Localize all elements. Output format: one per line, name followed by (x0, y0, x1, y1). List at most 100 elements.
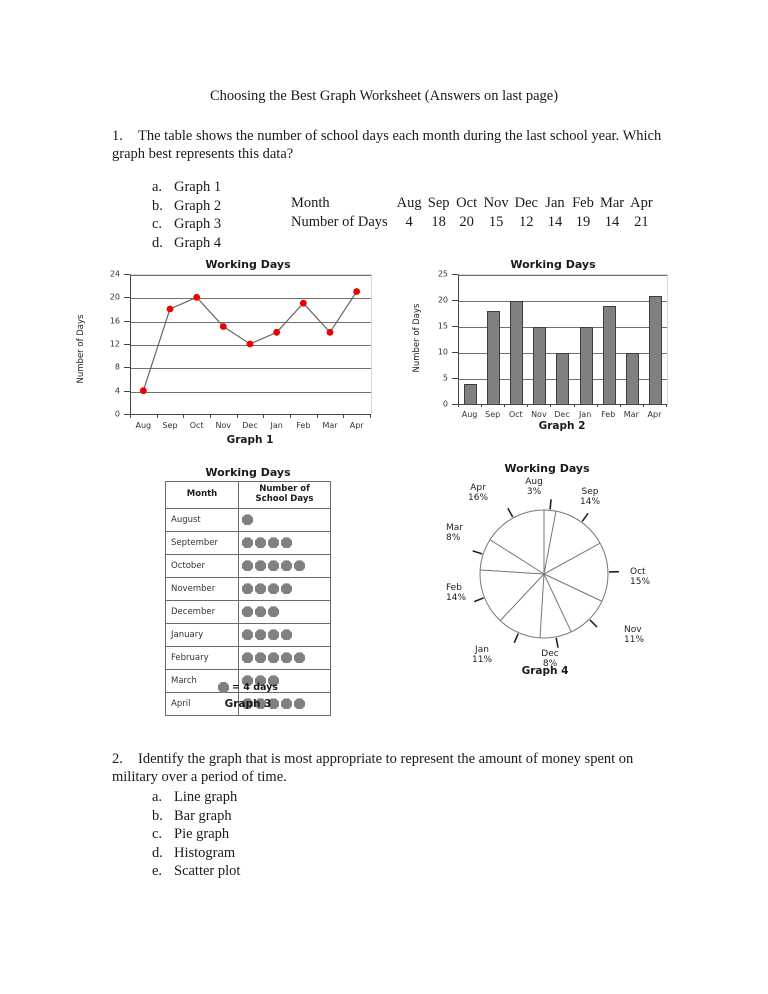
graph-2-bars (459, 275, 667, 405)
question-1: 1. The table shows the number of school … (112, 127, 672, 163)
row-header-number-of-days: Number of Days (291, 214, 388, 230)
choice-1b[interactable]: b. Graph 2 (152, 197, 221, 216)
table-row: October (165, 553, 331, 578)
day-icon (242, 629, 253, 641)
graph-1-y-tick-20: 20 (109, 292, 120, 302)
graph-2-y-tick-5: 5 (442, 373, 448, 383)
question-1-number: 1. (112, 128, 123, 144)
graph-1-y-axis-label: Number of Days (76, 314, 86, 384)
graph-2-x-tick-sep: Sep (485, 410, 501, 419)
graph-3-title: Working Days (205, 466, 291, 479)
graph-2-x-tick-mar: Mar (623, 410, 639, 419)
graph-1-caption: Graph 1 (226, 434, 274, 446)
page-title: Choosing the Best Graph Worksheet (Answe… (209, 88, 559, 104)
day-icon (255, 560, 266, 572)
graph-4-label-jan: Jan 11% (472, 645, 492, 666)
graph-1-x-tick-jan: Jan (270, 421, 283, 430)
graph-1-y-tick-mark (124, 297, 130, 299)
day-icon (255, 583, 266, 595)
graph-2-y-axis-label: Number of Days (412, 303, 422, 373)
graph-4-label-percent: 3% (526, 486, 542, 497)
choice-1d[interactable]: d. Graph 4 (152, 234, 221, 253)
graph-1-point-mar (326, 328, 334, 336)
choice-2b[interactable]: b. Bar graph (152, 807, 240, 826)
graph-1-y-tick-mark (124, 320, 130, 322)
graph-1-x-tick-apr: Apr (349, 421, 364, 430)
graph-2-x-tick-mark (666, 404, 667, 407)
graph-3-month-december: December (165, 599, 239, 624)
graph-2-y-tick-mark (452, 274, 458, 275)
graph-1-point-aug (139, 387, 147, 395)
graph-2-x-axis (458, 404, 666, 405)
question-2: 2. Identify the graph that is most appro… (112, 750, 672, 786)
question-1-text: The table shows the number of school day… (112, 128, 662, 163)
day-icon (255, 606, 266, 618)
graph-1-x-tick-mark (183, 414, 185, 418)
choice-1c-mark: c. (152, 216, 163, 233)
graph-1-x-tick-mark (370, 414, 371, 418)
month-cell-1: Sep (427, 195, 450, 211)
choice-2d-label: Histogram (174, 844, 236, 861)
graph-4-leader-line (581, 512, 589, 522)
choice-2c[interactable]: c. Pie graph (152, 825, 240, 844)
choice-1a[interactable]: a. Graph 1 (152, 178, 221, 197)
graph-4-label-mar: Mar 8% (446, 523, 463, 544)
graph-2-y-tick-20: 20 (437, 295, 448, 305)
graph-3-key: = 4 days (163, 682, 333, 693)
graph-1-point-jan (273, 328, 281, 336)
day-icon (294, 652, 305, 664)
graph-2-x-tick-mark (527, 404, 529, 407)
month-cell-8: Apr (630, 195, 653, 211)
graph-3-column-school-days: Number of School Days (238, 481, 331, 509)
graph-2-bar-jan (579, 327, 593, 405)
graph-1-x-tick-labels: Aug Sep Oct Nov Dec Jan Feb Mar Apr (130, 421, 370, 435)
graph-2-x-tick-mark (619, 404, 621, 407)
graph-2-bar-sep (487, 311, 501, 405)
choice-1d-mark: d. (152, 234, 163, 251)
graph-2-x-tick-dec: Dec (554, 410, 570, 419)
graph-4-leader-line (589, 619, 598, 628)
graph-2-y-tick-15: 15 (437, 321, 448, 331)
graph-1-title: Working Days (205, 258, 291, 271)
graph-2-y-tick-mark (452, 378, 458, 379)
graph-1-x-axis (130, 414, 370, 415)
graph-1-point-oct (193, 293, 201, 301)
question-2-choices: a. Line graph b. Bar graph c. Pie graph d. H… (152, 788, 240, 881)
graph-2-x-tick-mark (481, 404, 483, 407)
choice-1c[interactable]: c. Graph 3 (152, 215, 221, 234)
table-row-months: Month Aug Sep Oct Nov Dec Jan Feb Mar Ap… (288, 194, 656, 213)
choice-2a-label: Line graph (174, 789, 238, 805)
choice-2a[interactable]: a. Line graph (152, 788, 240, 807)
month-cell-6: Feb (572, 195, 594, 211)
month-cell-0: Aug (396, 195, 422, 211)
graph-1-point-apr (353, 288, 361, 295)
graph-3-pictograph: Working Days Month Number of School Days … (163, 466, 343, 721)
day-icon (281, 583, 292, 595)
graph-2-y-tick-0: 0 (442, 399, 448, 409)
graph-2-title: Working Days (510, 258, 596, 271)
graph-2-caption: Graph 2 (538, 420, 586, 432)
day-icon (268, 652, 279, 664)
day-icon (281, 652, 292, 664)
graph-4-label-sep: Sep 14% (580, 487, 600, 508)
graph-3-month-february: February (165, 645, 239, 670)
graph-1-y-tick-4: 4 (114, 386, 120, 396)
days-cell-1: 18 (431, 214, 446, 230)
graph-2-bar-mar (625, 353, 639, 405)
choice-2a-mark: a. (152, 789, 163, 805)
graph-1-x-tick-sep: Sep (162, 421, 178, 430)
choice-2e[interactable]: e. Scatter plot (152, 862, 240, 881)
graph-1-point-nov (219, 323, 227, 330)
graph-4-label-percent: 11% (624, 634, 645, 645)
graph-2-x-tick-mark (573, 404, 575, 407)
graph-1-y-tick-mark (124, 274, 130, 275)
days-cell-6: 19 (575, 214, 591, 230)
choice-2d[interactable]: d. Histogram (152, 844, 240, 863)
graph-1-x-tick-mark (130, 414, 131, 418)
table-row: August (165, 507, 331, 532)
graph-2-bar-aug (464, 384, 478, 405)
graph-1-y-tick-0: 0 (114, 409, 120, 419)
days-cell-0: 4 (405, 214, 413, 230)
graph-2-y-tick-mark (452, 352, 458, 353)
graph-1-point-feb (299, 299, 307, 307)
